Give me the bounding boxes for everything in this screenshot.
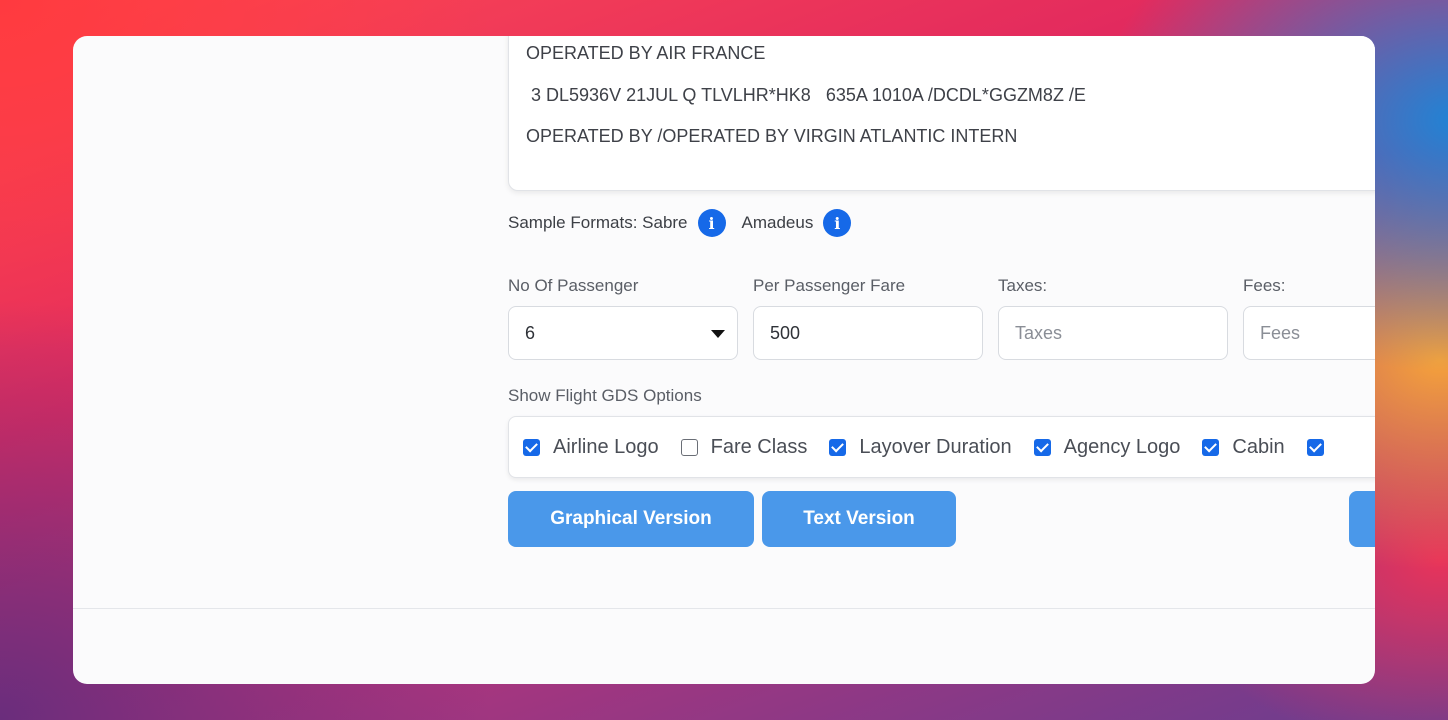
app-window: OPERATED BY AIR FRANCE 3 DL5936V 21JUL Q… bbox=[73, 36, 1375, 684]
fare-input[interactable]: 500 bbox=[753, 306, 983, 360]
graphical-version-button[interactable]: Graphical Version bbox=[508, 491, 754, 547]
checkbox[interactable] bbox=[1033, 438, 1051, 456]
gds-text-area[interactable]: OPERATED BY AIR FRANCE 3 DL5936V 21JUL Q… bbox=[508, 36, 1375, 191]
sample-formats-label: Sample Formats: Sabre bbox=[508, 213, 688, 232]
checkbox-partial[interactable] bbox=[1306, 438, 1324, 456]
taxes-placeholder: Taxes bbox=[1015, 322, 1063, 343]
checkbox[interactable] bbox=[1202, 438, 1220, 456]
taxes-label: Taxes: bbox=[998, 276, 1048, 295]
text-version-button[interactable]: Text Version bbox=[762, 491, 956, 547]
option-label: Airline Logo bbox=[553, 435, 659, 458]
amadeus-label: Amadeus bbox=[741, 213, 814, 232]
footer-divider bbox=[73, 608, 1375, 609]
checkbox[interactable] bbox=[680, 438, 698, 456]
gds-options: Airline Logo Fare Class Layover Duration… bbox=[508, 416, 1375, 478]
option-agency-logo[interactable]: Agency Logo bbox=[1033, 435, 1181, 459]
taxes-input[interactable]: Taxes bbox=[998, 306, 1228, 360]
gds-form: OPERATED BY AIR FRANCE 3 DL5936V 21JUL Q… bbox=[508, 36, 1375, 608]
option-label: Cabin bbox=[1232, 435, 1285, 458]
gds-line: 3 DL5936V 21JUL Q TLVLHR*HK8 635A 1010A … bbox=[526, 84, 1086, 105]
option-label: Agency Logo bbox=[1063, 435, 1181, 458]
passenger-value: 6 bbox=[525, 322, 536, 343]
fees-input[interactable]: Fees bbox=[1243, 306, 1375, 360]
caret-down-icon bbox=[711, 330, 725, 338]
checkbox[interactable] bbox=[523, 438, 540, 456]
passenger-select[interactable]: 6 bbox=[508, 306, 738, 360]
action-button-partial[interactable] bbox=[1349, 491, 1375, 547]
sample-formats: Sample Formats: Sabre i Amadeus i bbox=[508, 208, 867, 238]
amadeus-info-icon[interactable]: i bbox=[823, 209, 852, 237]
option-layover-duration[interactable]: Layover Duration bbox=[829, 435, 1012, 459]
gds-options-label: Show Flight GDS Options bbox=[508, 386, 702, 405]
gds-line: OPERATED BY AIR FRANCE bbox=[526, 43, 766, 63]
fare-value: 500 bbox=[770, 322, 801, 343]
checkbox[interactable] bbox=[829, 438, 847, 456]
passenger-label: No Of Passenger bbox=[508, 276, 639, 295]
gds-line: OPERATED BY /OPERATED BY VIRGIN ATLANTIC… bbox=[526, 126, 1018, 146]
option-cabin[interactable]: Cabin bbox=[1202, 435, 1285, 459]
option-fare-class[interactable]: Fare Class bbox=[680, 435, 808, 459]
fees-placeholder: Fees bbox=[1260, 322, 1301, 343]
fare-label: Per Passenger Fare bbox=[753, 276, 906, 295]
sabre-info-icon[interactable]: i bbox=[697, 209, 726, 237]
option-airline-logo[interactable]: Airline Logo bbox=[523, 436, 659, 459]
option-label: Layover Duration bbox=[859, 435, 1012, 458]
fees-label: Fees: bbox=[1243, 276, 1286, 295]
option-label: Fare Class bbox=[710, 435, 808, 458]
